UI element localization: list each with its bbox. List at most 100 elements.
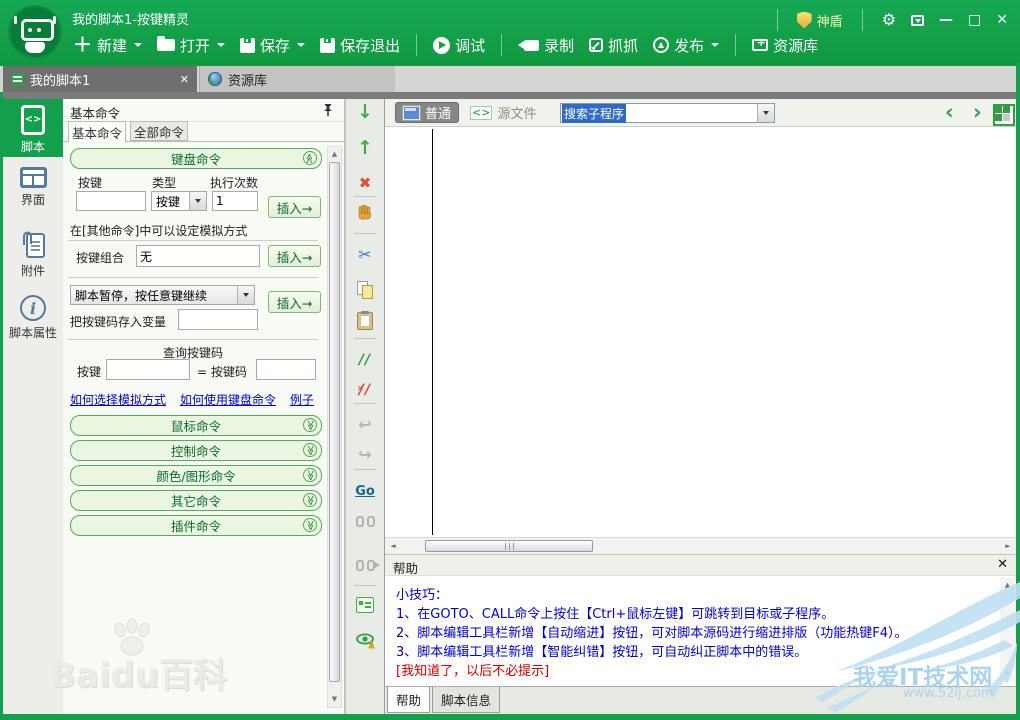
pause-select[interactable]: 脚本暂停，按任意键继续 [70,285,255,305]
section-other-commands[interactable]: 其它命令 ≫ [70,490,322,511]
maximize-button[interactable]: □ [968,13,981,27]
find-next-icon[interactable] [346,557,384,576]
tab-label: 资源库 [228,73,268,89]
dropdown-caret-icon[interactable] [711,43,720,47]
open-button[interactable]: 打开 [154,35,228,56]
minimize-to-tray-icon[interactable] [911,14,925,26]
app-logo-icon [8,5,62,59]
shield-badge[interactable]: 神盾 [796,11,843,30]
panel-scrollbar[interactable]: ▲ ▼ [327,146,342,708]
type-select[interactable]: 按键 [151,191,207,211]
left-sidebar: <> 脚本 界面 附件 i 脚本属性 [3,99,63,714]
query-key-label: 按键 [77,365,102,379]
publish-button[interactable]: 发布 [650,35,722,56]
expand-icon[interactable]: ≫ [303,418,317,432]
help-scrollbar[interactable]: ▲ ▼ [1000,578,1015,682]
save-exit-button[interactable]: 保存退出 [317,35,403,56]
subroutine-search-combobox[interactable]: 搜索子程序 [560,103,775,123]
nav-next-icon[interactable]: › [973,99,982,125]
scrollbar-thumb[interactable] [425,540,593,552]
section-keyboard-commands[interactable]: 键盘命令 ≫ [70,148,322,169]
link-how-to-use[interactable]: 如何使用键盘命令 [180,391,276,408]
save-button[interactable]: 保存 [237,35,308,56]
panel-tab-all[interactable]: 全部命令 [130,121,188,141]
link-example[interactable]: 例子 [290,391,314,408]
new-button[interactable]: ＋新建 [70,35,145,56]
dropdown-arrow-icon[interactable] [757,104,774,122]
sidebar-item-script-properties[interactable]: i 脚本属性 [3,295,63,341]
section-plugin-commands[interactable]: 插件命令 ≫ [70,515,322,536]
section-control-commands[interactable]: 控制命令 ≫ [70,440,322,461]
dropdown-caret-icon[interactable] [217,43,226,47]
syntax-check-icon[interactable]: ! [346,632,384,653]
debug-button[interactable]: 调试 [430,35,488,56]
scroll-down-icon[interactable]: ▼ [1001,668,1014,681]
bottom-tab-script-info[interactable]: 脚本信息 [432,687,501,713]
goto-icon[interactable]: Go [346,480,384,499]
tab-my-script[interactable]: 我的脚本1 ✕ [3,66,197,92]
library-button[interactable]: 资源库 [749,35,821,56]
copy-icon[interactable] [346,281,384,302]
move-up-icon[interactable]: ↑ [346,139,384,158]
dropdown-caret-icon[interactable] [297,43,306,47]
count-input[interactable] [212,191,258,211]
expand-icon[interactable]: ≫ [303,468,317,482]
store-variable-input[interactable] [178,309,258,330]
dropdown-arrow-icon[interactable] [189,192,206,210]
insert-pause-button[interactable]: 插入→ [268,291,321,313]
comment-icon[interactable]: // [346,349,384,368]
scroll-up-icon[interactable]: ▲ [1001,579,1014,592]
scroll-right-icon[interactable]: ► [1002,540,1014,552]
minimize-button[interactable]: — [939,13,953,27]
find-icon[interactable] [346,513,384,532]
capture-button[interactable]: 抓抓 [586,35,641,56]
hand-drag-icon[interactable] [346,203,384,225]
bottom-tab-help[interactable]: 帮助 [387,687,431,713]
uncomment-icon[interactable]: // [346,379,384,398]
insert-key-button[interactable]: 插入→ [268,196,321,218]
query-code-input[interactable] [256,359,316,380]
nav-prev-icon[interactable]: ‹ [945,99,954,125]
close-icon[interactable]: ✕ [997,557,1008,572]
collapse-icon[interactable]: ≫ [303,151,317,165]
paste-icon[interactable] [346,311,384,334]
view-normal-button[interactable]: 普通 [395,102,460,123]
script-editor-canvas[interactable] [385,127,1016,537]
query-key-input[interactable] [106,359,190,380]
undo-icon[interactable]: ↩ [346,415,384,434]
sidebar-item-attachment[interactable]: 附件 [3,229,63,279]
section-color-graphics-commands[interactable]: 颜色/图形命令 ≫ [70,465,322,486]
view-source-button[interactable]: <> 源文件 [463,102,543,123]
layout-grid-icon[interactable] [993,104,1015,126]
script-list-icon[interactable] [346,597,384,617]
dropdown-caret-icon[interactable] [134,43,143,47]
delete-icon[interactable]: ✖ [346,173,384,192]
scroll-up-icon[interactable]: ▲ [328,148,341,161]
expand-icon[interactable]: ≫ [303,443,317,457]
sidebar-item-ui[interactable]: 界面 [3,167,63,208]
sidebar-item-script[interactable]: <> 脚本 [3,99,63,157]
scrollbar-thumb[interactable] [329,162,340,682]
section-mouse-commands[interactable]: 鼠标命令 ≫ [70,415,322,436]
expand-icon[interactable]: ≫ [303,518,317,532]
move-down-icon[interactable]: ↓ [346,103,384,122]
pin-icon[interactable] [322,103,334,117]
insert-combo-button[interactable]: 插入→ [268,245,321,267]
scroll-left-icon[interactable]: ◄ [387,540,399,552]
tab-resource-library[interactable]: 资源库 [199,66,395,92]
dropdown-arrow-icon[interactable] [237,286,254,304]
editor-horizontal-scrollbar[interactable]: ◄ ► [385,537,1016,554]
record-button[interactable]: 录制 [515,35,577,56]
dismiss-tip-link[interactable]: [我知道了，以后不必提示] [396,660,549,679]
combo-input[interactable] [136,245,260,267]
cut-icon[interactable]: ✂ [346,245,384,264]
link-choose-simulation[interactable]: 如何选择模拟方式 [70,391,166,408]
redo-icon[interactable]: ↪ [346,445,384,464]
gear-icon[interactable]: ⚙ [882,12,896,28]
panel-tab-basic[interactable]: 基本命令 [68,121,126,142]
expand-icon[interactable]: ≫ [303,493,317,507]
tab-close-icon[interactable]: ✕ [180,73,189,86]
key-input[interactable] [76,191,146,211]
scroll-down-icon[interactable]: ▼ [328,693,341,706]
close-button[interactable]: ✕ [996,13,1008,27]
